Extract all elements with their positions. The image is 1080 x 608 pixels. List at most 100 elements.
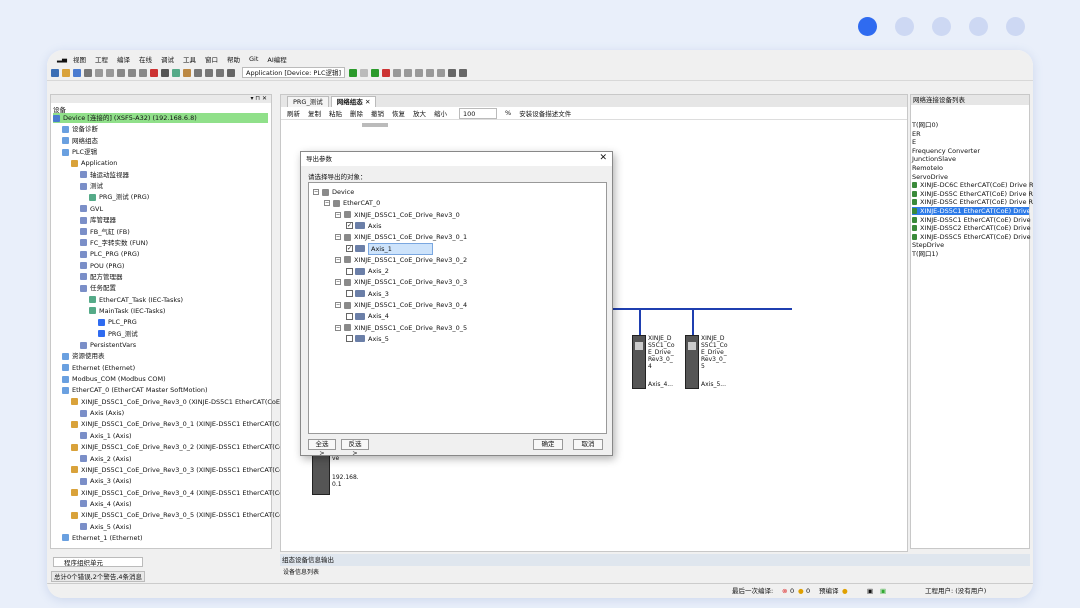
tree-item[interactable]: 设备诊断 <box>62 124 98 134</box>
expand-toggle-icon[interactable]: − <box>335 302 341 308</box>
menu-item-0[interactable]: 视图 <box>73 54 86 64</box>
tree-item[interactable]: Axis_3 (Axis) <box>80 476 132 486</box>
messages-summary[interactable]: 总计0个错误,2个警告,4条消息 <box>51 571 146 582</box>
net-tool-5[interactable]: 恢复 <box>392 108 405 118</box>
tree-item[interactable]: POU (PRG) <box>80 261 124 271</box>
device-list-item[interactable]: XINJE-DS5C2 EtherCAT(CoE) Drive Rev3.0 <box>912 224 1033 232</box>
export-tree-item[interactable]: Axis_5 <box>346 334 389 344</box>
print-icon[interactable] <box>84 68 92 77</box>
step-over-icon[interactable] <box>404 68 413 77</box>
export-tree-item[interactable]: Axis_3 <box>346 289 389 299</box>
export-tree-item[interactable]: − XINJE_DS5C1_CoE_Drive_Rev3_0_2 <box>335 255 467 265</box>
tree-item[interactable]: XINJE_DS5C1_CoE_Drive_Rev3_0 (XINJE-DS5C… <box>71 397 309 407</box>
export-tree-item[interactable]: Axis_2 <box>346 266 389 276</box>
export-tree-item[interactable]: ✓ Axis_1 <box>346 242 433 255</box>
carousel-dot-2[interactable] <box>895 17 914 36</box>
export-tree-item[interactable]: − XINJE_DS5C1_CoE_Drive_Rev3_0_5 <box>335 323 467 333</box>
net-tool-4[interactable]: 撤销 <box>371 108 384 118</box>
tree-item[interactable]: 配方管理器 <box>80 272 123 282</box>
export-checkbox[interactable]: ✓ <box>346 222 353 230</box>
tree-item[interactable]: XINJE_DS5C1_CoE_Drive_Rev3_0_5 (XINJE-DS… <box>71 510 309 520</box>
tree-item[interactable]: EtherCAT_0 (EtherCAT Master SoftMotion) <box>62 385 208 395</box>
tree-item[interactable]: FC_字转实数 (FUN) <box>80 238 148 248</box>
net-tool-3[interactable]: 删除 <box>350 108 363 118</box>
bookmark-icon[interactable] <box>194 68 202 77</box>
login-icon[interactable] <box>349 68 358 77</box>
carousel-dot-3[interactable] <box>932 17 951 36</box>
menu-item-9[interactable]: AI编程 <box>267 54 286 64</box>
export-tree-item[interactable]: − XINJE_DS5C1_CoE_Drive_Rev3_0 <box>335 210 460 220</box>
tree-item[interactable]: Modbus_COM (Modbus COM) <box>62 374 166 384</box>
paste-icon[interactable] <box>139 68 147 77</box>
rebuild-icon[interactable] <box>183 68 191 77</box>
net-tool-6[interactable]: 放大 <box>413 108 426 118</box>
tree-item[interactable]: PRG_测试 (PRG) <box>89 192 149 202</box>
device-list-item[interactable]: Frequency Converter <box>912 147 1029 155</box>
menu-item-5[interactable]: 工具 <box>183 54 196 64</box>
panel-header-buttons[interactable]: ▾ ⊓ ✕ <box>51 95 271 103</box>
menu-item-8[interactable]: Git <box>249 55 258 63</box>
tree-item[interactable]: 资源使用表 <box>62 351 105 361</box>
save-icon[interactable] <box>73 68 81 77</box>
step-into-icon[interactable] <box>415 68 424 77</box>
undo-icon[interactable] <box>95 68 103 77</box>
menu-item-1[interactable]: 工程 <box>95 54 108 64</box>
expand-toggle-icon[interactable]: − <box>335 324 341 331</box>
export-tree-item[interactable]: − XINJE_DS5C1_CoE_Drive_Rev3_0_3 <box>335 277 467 287</box>
device-list-item[interactable]: JunctionSlave <box>912 155 1029 163</box>
tree-item[interactable]: FB_气缸 (FB) <box>80 227 130 237</box>
tree-item[interactable]: Axis_5 (Axis) <box>80 522 132 532</box>
carousel-dot-5[interactable] <box>1006 17 1025 36</box>
device-list-item[interactable]: RemoteIo <box>912 164 1029 172</box>
tree-item[interactable]: Ethernet (Ethernet) <box>62 363 135 373</box>
tree-item[interactable]: 轴运动监视器 <box>80 170 129 180</box>
net-tool-0[interactable]: 刷新 <box>287 108 300 118</box>
carousel-dot-4[interactable] <box>969 17 988 36</box>
select-all-button[interactable]: 全选 > <box>308 439 336 457</box>
dialog-close-icon[interactable]: ✕ <box>599 153 607 163</box>
tree-item[interactable]: PRG_测试 <box>98 329 138 339</box>
export-checkbox[interactable] <box>346 290 353 298</box>
application-combo[interactable]: Application [Device: PLC逻辑] <box>242 67 346 78</box>
tree-item[interactable]: Axis (Axis) <box>80 408 124 418</box>
expand-toggle-icon[interactable]: − <box>335 279 341 286</box>
carousel-dot-1[interactable] <box>858 17 877 36</box>
tree-item[interactable]: Axis_1 (Axis) <box>80 431 132 441</box>
tree-item[interactable]: XINJE_DS5C1_CoE_Drive_Rev3_0_1 (XINJE-DS… <box>71 419 309 429</box>
export-tree-item[interactable]: − XINJE_DS5C1_CoE_Drive_Rev3_0_1 <box>335 232 467 242</box>
tree-item[interactable]: XINJE_DS5C1_CoE_Drive_Rev3_0_4 (XINJE-DS… <box>71 488 309 498</box>
tree-item[interactable]: MainTask (IEC-Tasks) <box>89 306 165 316</box>
step-out-icon[interactable] <box>426 68 435 77</box>
menu-item-7[interactable]: 帮助 <box>227 54 240 64</box>
tree-item[interactable]: 网络组态 <box>62 136 98 146</box>
tree-item[interactable]: PLC_PRG (PRG) <box>80 249 139 259</box>
export-checkbox[interactable] <box>346 267 353 275</box>
device-list-item[interactable]: XINJE-DC6C EtherCAT(CoE) Drive Rev5.0 <box>912 181 1033 189</box>
export-tree-item[interactable]: − Device <box>313 187 354 197</box>
export-checkbox[interactable] <box>346 335 353 343</box>
device-list-item[interactable]: E <box>912 138 1029 146</box>
expand-toggle-icon[interactable]: − <box>313 189 319 195</box>
copy-icon[interactable] <box>128 68 136 77</box>
tab-network-config[interactable]: 网络组态 ✕ <box>330 96 377 107</box>
reset-icon[interactable] <box>393 68 402 77</box>
menu-item-3[interactable]: 在线 <box>139 54 152 64</box>
footer-tab[interactable]: 程序组织单元 <box>53 557 143 567</box>
indent-icon[interactable] <box>205 68 213 77</box>
cancel-button[interactable]: 取消 <box>573 439 603 450</box>
device-list-item[interactable]: StepDrive <box>912 241 1029 249</box>
device-list-item[interactable]: XINJE-DS5C EtherCAT(CoE) Drive Rev4.0 <box>912 198 1033 206</box>
tree-item[interactable]: XINJE_DS5C1_CoE_Drive_Rev3_0_3 (XINJE-DS… <box>71 465 309 475</box>
ok-button[interactable]: 确定 <box>533 439 563 450</box>
build-icon[interactable] <box>172 68 180 77</box>
tree-item[interactable]: EtherCAT_Task (IEC-Tasks) <box>89 295 183 305</box>
expand-toggle-icon[interactable]: − <box>335 211 341 218</box>
stop-icon[interactable] <box>382 68 391 77</box>
servo-device-4[interactable] <box>632 335 646 389</box>
tree-item[interactable]: Axis_2 (Axis) <box>80 454 132 464</box>
export-tree-item[interactable]: Axis_4 <box>346 311 389 321</box>
tree-item[interactable]: Axis_4 (Axis) <box>80 499 132 509</box>
breakpoint-icon[interactable] <box>437 68 446 77</box>
redo-icon[interactable] <box>106 68 114 77</box>
expand-toggle-icon[interactable]: − <box>335 256 341 263</box>
